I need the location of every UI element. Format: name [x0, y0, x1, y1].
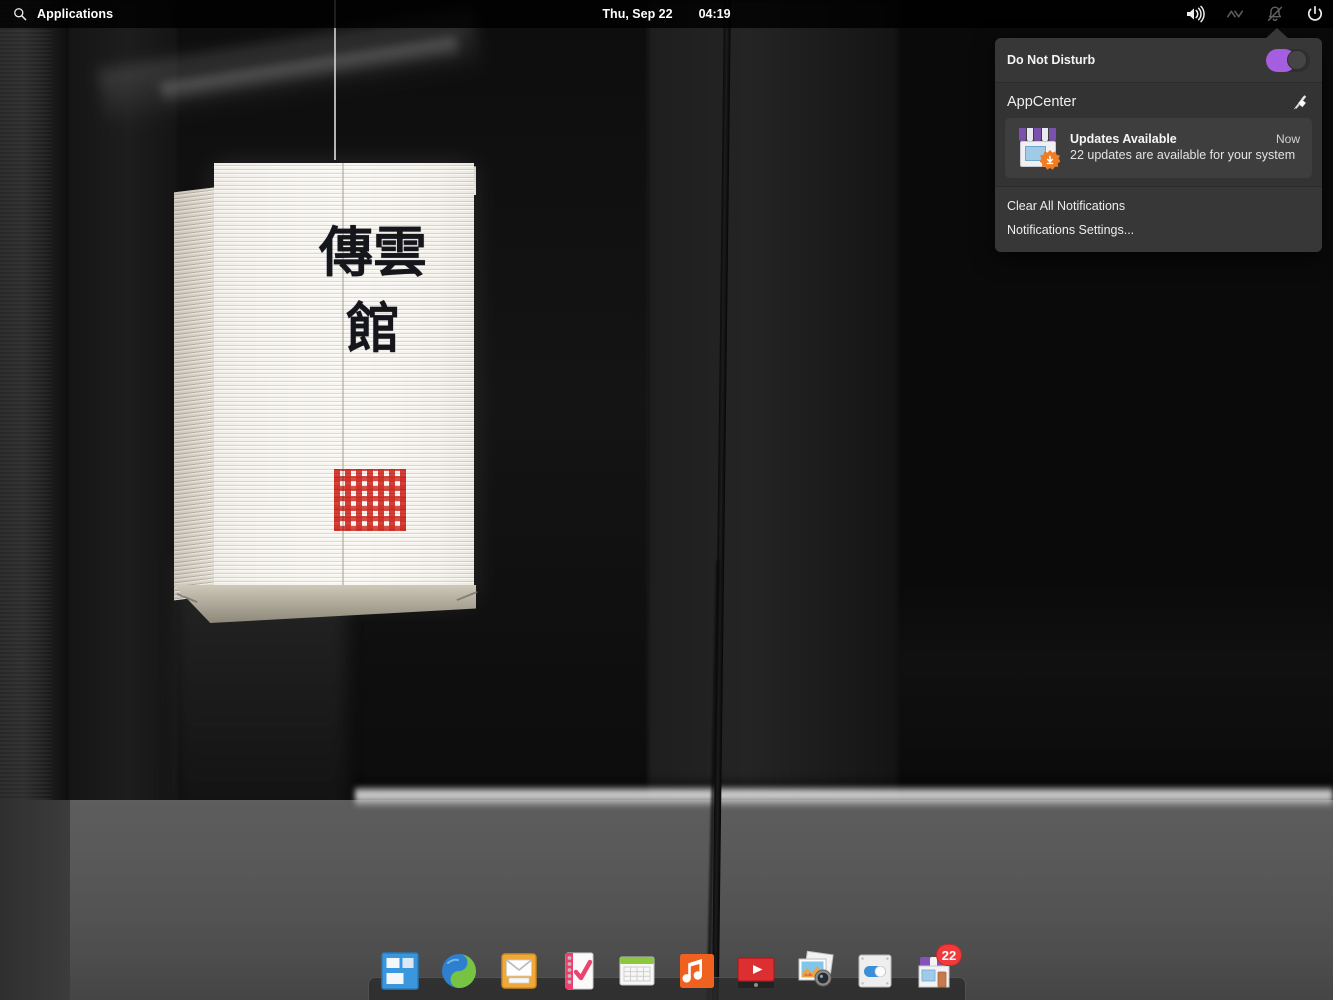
notification-timestamp: Now — [1276, 132, 1300, 146]
applications-menu-button[interactable]: Applications — [0, 4, 113, 24]
notification-body: 22 updates are available for your system — [1070, 148, 1295, 162]
applications-menu-label: Applications — [37, 7, 113, 21]
dock-item-system-settings[interactable] — [853, 949, 897, 993]
dock-item-calendar[interactable] — [615, 949, 659, 993]
dock-item-tasks[interactable] — [556, 949, 600, 993]
dock: 22 — [378, 944, 956, 998]
notification-item[interactable]: Updates Available Now 22 updates are ava… — [1005, 118, 1312, 178]
clear-all-notifications-button[interactable]: Clear All Notifications — [995, 194, 1322, 218]
desktop: 傳雲館 Applications Thu, Sep 22 04:19 — [0, 0, 1333, 1000]
power-icon[interactable] — [1305, 4, 1325, 24]
notifications-settings-button[interactable]: Notifications Settings... — [995, 218, 1322, 242]
lantern-seal — [334, 469, 406, 531]
notifications-popover: Do Not Disturb AppCenter — [995, 38, 1322, 252]
appcenter-badge: 22 — [936, 944, 962, 966]
dock-item-photos[interactable] — [793, 949, 837, 993]
wallpaper-lantern: 傳雲館 — [170, 155, 512, 627]
search-icon — [10, 4, 30, 24]
popover-actions: Clear All Notifications Notifications Se… — [995, 187, 1322, 252]
broom-icon[interactable] — [1290, 92, 1310, 112]
panel-date[interactable]: Thu, Sep 22 — [602, 7, 672, 21]
popover-arrow — [1265, 28, 1289, 39]
panel-clock[interactable]: Thu, Sep 22 04:19 — [0, 0, 1333, 28]
do-not-disturb-toggle[interactable] — [1266, 49, 1310, 72]
notification-group-app-name: AppCenter — [1007, 94, 1076, 110]
notification-group-header: AppCenter — [995, 89, 1322, 118]
do-not-disturb-label: Do Not Disturb — [1007, 53, 1095, 67]
lantern-calligraphy: 傳雲館 — [318, 215, 428, 367]
dock-item-music[interactable] — [675, 949, 719, 993]
do-not-disturb-row[interactable]: Do Not Disturb — [995, 38, 1322, 83]
dock-item-videos[interactable] — [734, 949, 778, 993]
volume-icon[interactable] — [1185, 4, 1205, 24]
notification-title: Updates Available — [1070, 132, 1177, 146]
appcenter-updates-icon — [1017, 128, 1059, 168]
dock-item-appcenter[interactable]: 22 — [912, 949, 956, 993]
dock-item-files[interactable] — [378, 949, 422, 993]
dock-item-mail[interactable] — [497, 949, 541, 993]
network-disconnected-icon[interactable] — [1225, 4, 1245, 24]
panel-time[interactable]: 04:19 — [699, 7, 731, 21]
notification-bell-muted-icon[interactable] — [1265, 4, 1285, 24]
panel-indicators — [1185, 0, 1325, 28]
notification-group-appcenter: AppCenter — [995, 83, 1322, 187]
top-panel: Applications Thu, Sep 22 04:19 — [0, 0, 1333, 28]
dock-item-web-browser[interactable] — [437, 949, 481, 993]
